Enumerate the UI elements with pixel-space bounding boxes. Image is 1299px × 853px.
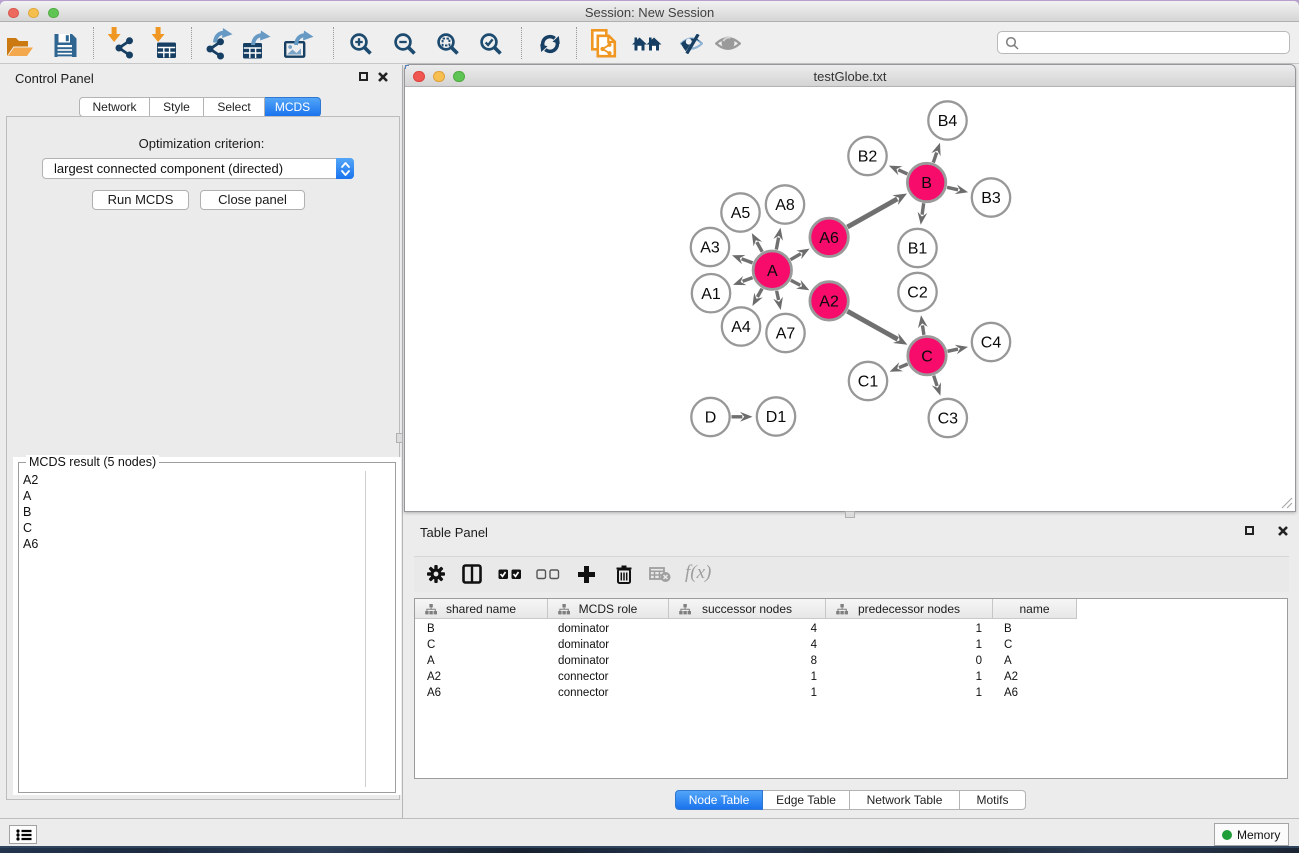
svg-text:B1: B1 — [908, 241, 928, 258]
svg-text:C3: C3 — [938, 411, 959, 428]
svg-text:A2: A2 — [819, 294, 839, 311]
svg-text:A1: A1 — [701, 286, 721, 303]
svg-text:C1: C1 — [858, 374, 879, 391]
svg-text:B3: B3 — [981, 190, 1001, 207]
svg-text:A5: A5 — [731, 205, 751, 222]
svg-text:A4: A4 — [731, 319, 751, 336]
svg-text:B4: B4 — [938, 113, 958, 130]
svg-text:D: D — [705, 410, 717, 427]
svg-text:A6: A6 — [819, 230, 839, 247]
svg-text:C: C — [921, 348, 933, 365]
svg-text:D1: D1 — [766, 409, 787, 426]
svg-text:A: A — [767, 263, 778, 280]
svg-text:A8: A8 — [775, 197, 795, 214]
svg-text:A3: A3 — [700, 240, 720, 257]
svg-text:B2: B2 — [858, 149, 878, 166]
svg-text:A7: A7 — [776, 326, 796, 343]
svg-text:B: B — [921, 175, 932, 192]
svg-text:C2: C2 — [907, 285, 928, 302]
svg-text:C4: C4 — [981, 335, 1002, 352]
